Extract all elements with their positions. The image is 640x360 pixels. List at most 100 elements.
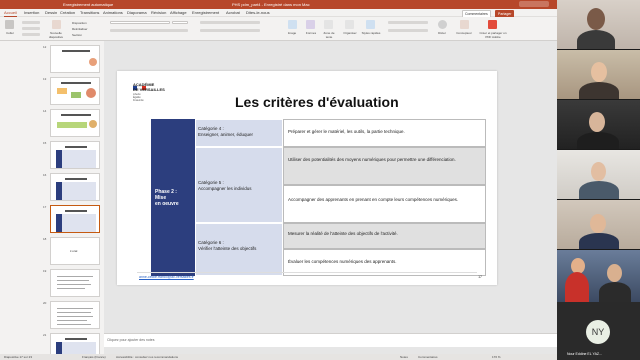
thumb-number: 20	[43, 301, 47, 305]
tab-dessin[interactable]: Dessin	[45, 10, 57, 16]
participant-video-2[interactable]	[557, 50, 640, 99]
accessibility-checker[interactable]: Accessibilité : consultez nos recommanda…	[116, 355, 178, 359]
tab-animations[interactable]: Animations	[103, 10, 123, 16]
thumb-number: 18	[43, 237, 47, 241]
shapes-icon[interactable]	[306, 20, 315, 29]
tab-transitions[interactable]: Transitions	[80, 10, 99, 16]
slide-editing-area[interactable]: ACADÉMIE DE VERSAILLES Liberté Égalité F…	[104, 41, 557, 354]
search-box[interactable]	[519, 1, 549, 7]
thumb-number: 17	[43, 205, 47, 209]
screen: Enregistrement automatique PHS pdm_part4…	[0, 0, 640, 360]
participant-video-4[interactable]	[557, 150, 640, 199]
adobe-pdf-icon[interactable]	[488, 20, 497, 29]
tab-creation[interactable]: Création	[60, 10, 75, 16]
phase-cell: Phase 2 : Mise en oeuvre	[151, 119, 195, 276]
slide-thumbnail-17-selected[interactable]	[50, 205, 100, 233]
textbox-icon[interactable]	[324, 20, 333, 29]
description-cell: Accompagner des apprenants en prenant en…	[283, 185, 486, 223]
logo-title: ACADÉMIE DE VERSAILLES	[133, 82, 165, 92]
comments-toggle[interactable]: Commentaires	[418, 355, 438, 359]
image-icon[interactable]	[288, 20, 297, 29]
tab-acrobat[interactable]: Acrobat	[226, 10, 240, 16]
slide-page-number: 17	[478, 275, 482, 279]
slide-thumbnail-14[interactable]	[50, 109, 100, 137]
footer-divider	[137, 272, 477, 273]
notes-placeholder[interactable]: Cliquez pour ajouter des notes	[107, 338, 154, 342]
participant-video-6[interactable]	[557, 250, 640, 302]
slide-thumbnail-12[interactable]	[50, 45, 100, 73]
tab-insertion[interactable]: Insertion	[24, 10, 39, 16]
participant-name: Nour Eddine EL YAZ...	[567, 352, 602, 356]
description-cell: Utiliser des potentialités des moyens nu…	[283, 147, 486, 185]
dictate-icon[interactable]	[438, 20, 447, 29]
arrange-label: Organiser	[343, 31, 357, 35]
author-email-link[interactable]: anne-cecile.franco@ac-versailles.fr	[139, 275, 194, 279]
tab-diaporama[interactable]: Diaporama	[127, 10, 147, 16]
textbox-label: Zone de texte	[323, 31, 335, 39]
shapes-label: Formes	[305, 31, 317, 35]
status-bar: Diapositive 17 sur 23 Français (France) …	[0, 354, 557, 360]
language-indicator[interactable]: Français (France)	[82, 355, 106, 359]
paste-icon[interactable]	[5, 20, 14, 29]
paste-label: Coller	[6, 31, 14, 35]
slide-thumbnail-15[interactable]	[50, 141, 100, 169]
ribbon-home: Coller Nouvelle diapositive Disposition …	[0, 17, 557, 41]
slide-thumbnail-21[interactable]	[50, 333, 100, 354]
current-slide[interactable]: ACADÉMIE DE VERSAILLES Liberté Égalité F…	[117, 71, 497, 285]
tab-enregistrement[interactable]: Enregistrement	[192, 10, 219, 16]
thumb-number: 16	[43, 173, 47, 177]
slide-title[interactable]: Les critères d'évaluation	[235, 94, 399, 110]
thumb-number: 13	[43, 77, 47, 81]
designer-icon[interactable]	[460, 20, 469, 29]
reset-button[interactable]: Réinitialiser	[72, 27, 98, 31]
french-flag-icon	[133, 77, 146, 90]
cut-button[interactable]	[22, 21, 40, 24]
slide-thumbnail-16[interactable]	[50, 173, 100, 201]
notes-toggle[interactable]: Notes	[400, 355, 408, 359]
shape-outline-buttons[interactable]	[388, 29, 428, 32]
slide-thumbnail-20[interactable]	[50, 301, 100, 329]
slide-thumbnail-panel[interactable]: 12 13 14 15 16 17 18 L'oral 19 20 21	[0, 41, 104, 354]
font-format-buttons[interactable]	[110, 29, 188, 32]
layout-button[interactable]: Disposition	[72, 21, 98, 25]
ribbon-tab-bar: Accueil Insertion Dessin Création Transi…	[0, 9, 557, 18]
tab-accueil[interactable]: Accueil	[4, 10, 17, 17]
slide-thumbnail-13[interactable]	[50, 77, 100, 105]
paragraph-buttons[interactable]	[200, 21, 260, 24]
tab-affichage[interactable]: Affichage	[170, 10, 187, 16]
criteria-table[interactable]: Phase 2 : Mise en oeuvre Catégorie 4 : E…	[151, 119, 496, 276]
participant-video-5[interactable]	[557, 200, 640, 249]
arrange-icon[interactable]	[345, 20, 354, 29]
new-slide-label: Nouvelle diapositive	[48, 31, 64, 39]
category-cell: Catégorie 4 : Enseigner, animer, éduquer	[195, 119, 283, 147]
copy-button[interactable]	[22, 27, 40, 30]
section-button[interactable]: Section	[72, 33, 98, 37]
thumb-number: 14	[43, 109, 47, 113]
shape-fill-buttons[interactable]	[388, 21, 428, 24]
alignment-buttons[interactable]	[200, 29, 260, 32]
quick-styles-icon[interactable]	[366, 20, 375, 29]
slide-thumbnail-19[interactable]	[50, 269, 100, 297]
title-bar: Enregistrement automatique PHS pdm_part4…	[0, 0, 557, 15]
zoom-level[interactable]: 176 %	[492, 355, 501, 359]
thumb-number: 19	[43, 269, 47, 273]
description-cell: Préparer et gérer le matériel, les outil…	[283, 119, 486, 147]
new-slide-icon[interactable]	[52, 20, 61, 29]
tab-tell-me[interactable]: Dites-le-nous	[246, 10, 270, 16]
font-name-select[interactable]	[110, 21, 170, 24]
adobe-pdf-label: Créer et partager un PDF Adobe	[479, 31, 507, 39]
description-cell: Mesurer la réalité de l'atteinte des obj…	[283, 223, 486, 249]
font-size-select[interactable]	[172, 21, 188, 24]
category-cell: Catégorie 6 : Vérifier l'atteinte des ob…	[195, 223, 283, 276]
participant-avatar-tile[interactable]: NY Nour Eddine EL YAZ...	[557, 302, 640, 360]
participant-video-1[interactable]	[557, 0, 640, 49]
slide-thumbnail-18[interactable]: L'oral	[50, 237, 100, 265]
format-painter-button[interactable]	[22, 33, 40, 36]
logo-motto: Liberté Égalité Fraternité	[133, 93, 144, 102]
participant-video-3[interactable]	[557, 100, 640, 149]
designer-label: Concepteur	[456, 31, 472, 35]
tab-revision[interactable]: Révision	[151, 10, 166, 16]
slide-counter: Diapositive 17 sur 23	[4, 355, 33, 359]
notes-pane[interactable]: Cliquez pour ajouter des notes	[104, 333, 557, 347]
autosave-label: Enregistrement automatique	[63, 2, 114, 7]
